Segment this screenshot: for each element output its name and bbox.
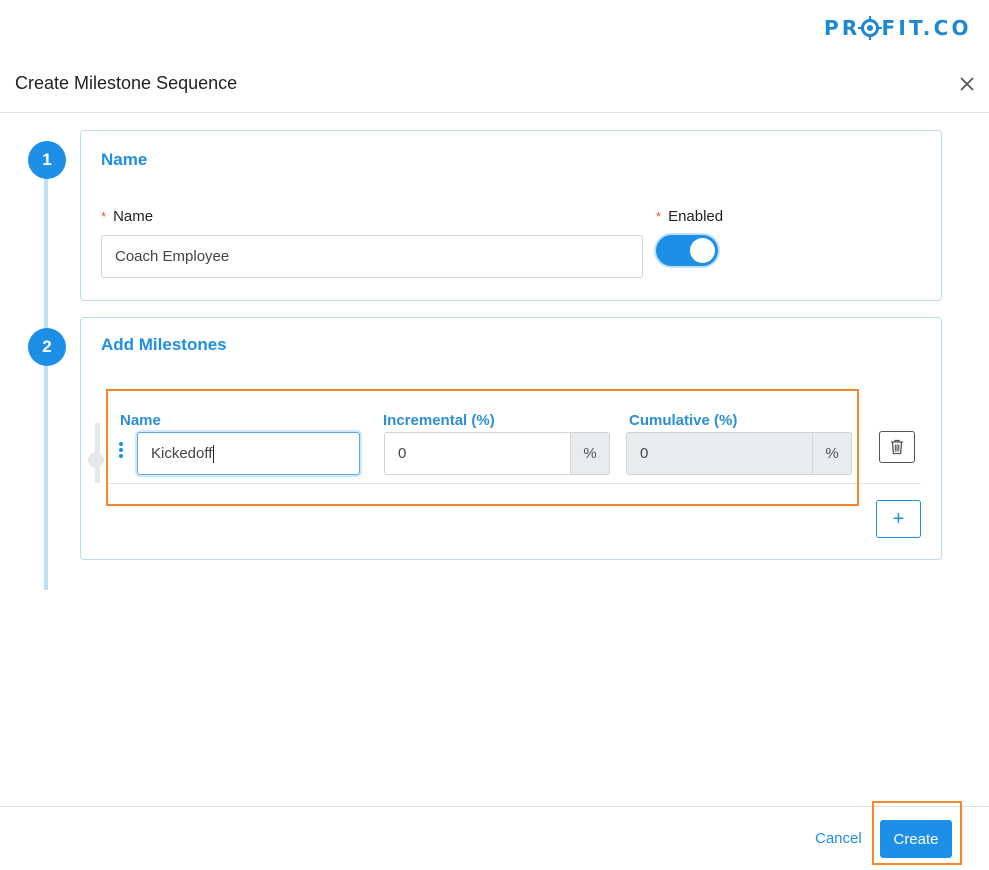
delete-milestone-button[interactable] bbox=[879, 431, 915, 463]
cancel-button[interactable]: Cancel bbox=[815, 830, 862, 847]
step-2-circle: 2 bbox=[28, 328, 66, 366]
footer-divider bbox=[0, 806, 989, 807]
milestone-row-highlight bbox=[106, 389, 859, 506]
toggle-knob bbox=[690, 238, 715, 263]
trash-icon bbox=[891, 439, 903, 455]
create-button-highlight bbox=[872, 801, 962, 865]
name-field-label: * Name bbox=[101, 208, 154, 225]
header-divider bbox=[0, 112, 989, 113]
required-marker: * bbox=[101, 209, 107, 224]
logo-target-icon bbox=[858, 16, 883, 40]
milestones-section-title: Add Milestones bbox=[101, 335, 227, 354]
step-1-circle: 1 bbox=[28, 141, 66, 179]
add-milestone-button[interactable]: + bbox=[876, 500, 921, 538]
enabled-toggle[interactable] bbox=[656, 235, 718, 266]
required-marker: * bbox=[656, 209, 662, 224]
profit-co-logo: PR FIT.CO bbox=[824, 16, 972, 40]
modal-title: Create Milestone Sequence bbox=[15, 73, 238, 93]
stepper-line bbox=[44, 178, 48, 590]
name-section-title: Name bbox=[101, 150, 148, 169]
close-icon[interactable] bbox=[956, 73, 978, 95]
sequence-name-input[interactable]: Coach Employee bbox=[101, 235, 643, 278]
logo-text-left: PR bbox=[824, 16, 861, 40]
enabled-field-label: * Enabled bbox=[656, 208, 724, 225]
logo-text-right: FIT.CO bbox=[881, 16, 972, 40]
drag-handle[interactable] bbox=[88, 452, 104, 468]
